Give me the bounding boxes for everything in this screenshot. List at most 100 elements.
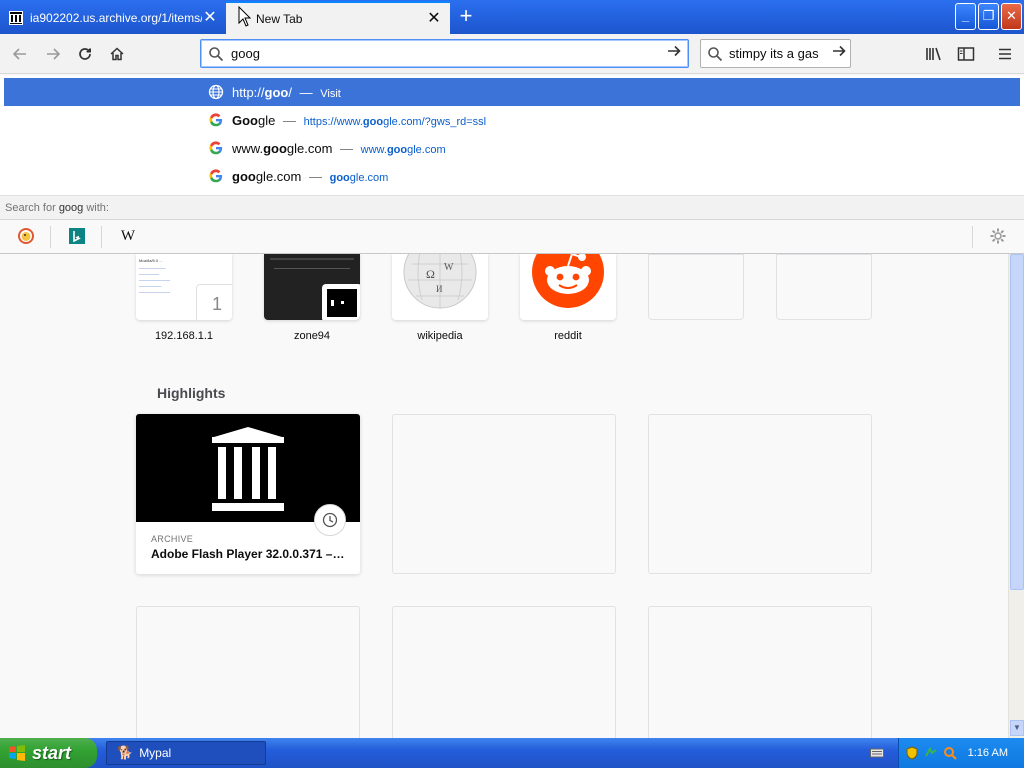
suggestion-rest: gle [258,112,276,128]
top-site-thumbnail: Mozilla/5.0 ... ____________ _________ ____… [136,254,232,320]
top-site-label: wikipedia [417,330,463,342]
url-autocomplete-popup: http://goo/ — Visit Google — https://www… [0,76,1024,254]
highlight-source: ARCHIVE [151,534,194,544]
windows-taskbar: start 🐕 Mypal 1:16 AM [0,738,1024,768]
back-arrow-icon [12,48,26,60]
highlights-heading: Highlights [157,385,226,401]
windows-logo-icon [9,745,25,761]
scroll-down-arrow-icon[interactable]: ▼ [1010,720,1024,736]
url-bar[interactable] [200,39,689,68]
duckduckgo-icon[interactable] [16,226,36,246]
search-bar[interactable] [700,39,851,68]
svg-text:И: И [436,284,443,294]
google-icon [208,140,224,156]
top-site-label: reddit [554,330,582,342]
gear-icon[interactable] [988,226,1008,246]
restore-button[interactable]: ❐ [978,3,999,30]
keyboard-icon[interactable] [870,746,884,760]
suggestion-match: Goo [232,112,258,128]
search-go-arrow-icon[interactable] [828,43,850,64]
forward-button[interactable] [40,41,66,67]
tab-strip: ia902202.us.archive.org/1/items/ ✕ New T… [0,0,1024,34]
top-site-empty [776,254,872,320]
mypal-icon: 🐕 [117,745,134,760]
mouse-cursor-icon [238,6,252,27]
suggestion-prefix: http:// [232,84,265,100]
top-site-thumbnail: Ω W И [392,254,488,320]
google-icon [208,112,224,128]
top-site-zone94[interactable]: zone94 [264,254,360,342]
go-arrow-icon[interactable] [660,43,688,64]
sidebar-icon[interactable] [955,43,977,65]
suggestion-match: goo [232,168,256,184]
wikipedia-icon[interactable]: W [118,226,138,246]
library-icon[interactable] [923,43,945,65]
search-input[interactable] [729,46,828,61]
close-tab-icon[interactable]: ✕ [426,10,442,27]
clock-icon [314,504,346,536]
suggestion-action: Visit [320,87,341,100]
minimize-button[interactable]: _ [955,3,976,30]
tab-title: New Tab [256,11,303,26]
reload-icon [79,48,91,60]
close-window-button[interactable]: ✕ [1001,3,1022,30]
menu-icon[interactable] [994,43,1016,65]
highlight-title: Adobe Flash Player 32.0.0.371 – I... [151,547,345,561]
highlight-placeholder [648,606,872,738]
new-tab-page: Mozilla/5.0 ... ____________ _________ ____… [0,254,1008,738]
scrollbar-thumb[interactable] [1010,254,1024,590]
site-badge: 1 [196,284,232,320]
search-tray-icon[interactable] [943,746,957,760]
tab-title: ia902202.us.archive.org/1/items/ [30,10,202,25]
archive-favicon-icon [8,10,24,26]
top-site-label: 192.168.1.1 [154,330,214,342]
bing-icon[interactable] [67,226,87,246]
top-site-placeholder [776,254,872,320]
wikipedia-globe-icon: Ω W И [403,254,477,309]
suggestion-url: www.google.com [360,143,446,156]
close-tab-icon[interactable]: ✕ [202,9,218,26]
taskbar-item-mypal[interactable]: 🐕 Mypal [106,741,266,765]
highlight-placeholder [392,414,616,574]
highlight-card[interactable]: ARCHIVE Adobe Flash Player 32.0.0.371 – … [136,414,360,574]
forward-arrow-icon [47,48,61,60]
system-tray: 1:16 AM [898,738,1024,768]
tab-new-tab[interactable]: New Tab ✕ [226,1,450,34]
suggestion-prefix: www. [232,140,264,156]
vertical-scrollbar[interactable]: ▼ [1008,254,1024,738]
suggestion-www-google[interactable]: www.google.com — www.google.com [4,134,1020,162]
home-button[interactable] [104,41,130,67]
suggestion-match: goo [263,140,287,156]
archive-logo-icon [212,427,284,511]
search-for-label: Search for goog with: [0,195,1024,219]
zone94-favicon-icon [322,284,360,320]
start-button[interactable]: start [0,738,97,768]
reload-button[interactable] [72,41,98,67]
suggestion-rest: gle.com [286,140,333,156]
top-site-label: zone94 [293,330,331,342]
top-site-empty [648,254,744,320]
highlight-image [136,414,360,536]
suggestion-google-com[interactable]: google.com — google.com [4,162,1020,190]
suggestion-rest: / [288,84,292,100]
new-tab-button[interactable]: + [452,4,480,30]
home-icon [110,47,124,61]
suggestion-rest: gle.com [255,168,302,184]
top-site-wikipedia[interactable]: Ω W И wikipedia [392,254,488,342]
suggestion-visit[interactable]: http://goo/ — Visit [4,78,1020,106]
back-button[interactable] [7,41,33,67]
top-site-thumbnail [264,254,360,320]
top-site-192-168-1-1[interactable]: Mozilla/5.0 ... ____________ _________ ____… [136,254,232,342]
search-icon [201,46,231,62]
suggestion-google[interactable]: Google — https://www.google.com/?gws_rd=… [4,106,1020,134]
top-site-reddit[interactable]: reddit [520,254,616,342]
tab-archive[interactable]: ia902202.us.archive.org/1/items/ ✕ [0,2,226,33]
network-icon[interactable] [924,746,938,760]
globe-icon [208,84,224,100]
clock: 1:16 AM [967,747,1008,759]
security-shield-icon[interactable] [905,746,919,760]
highlight-placeholder [648,414,872,574]
suggestion-url: google.com [329,171,389,184]
url-input[interactable] [231,46,660,61]
one-off-search-engines: W [0,219,1024,253]
